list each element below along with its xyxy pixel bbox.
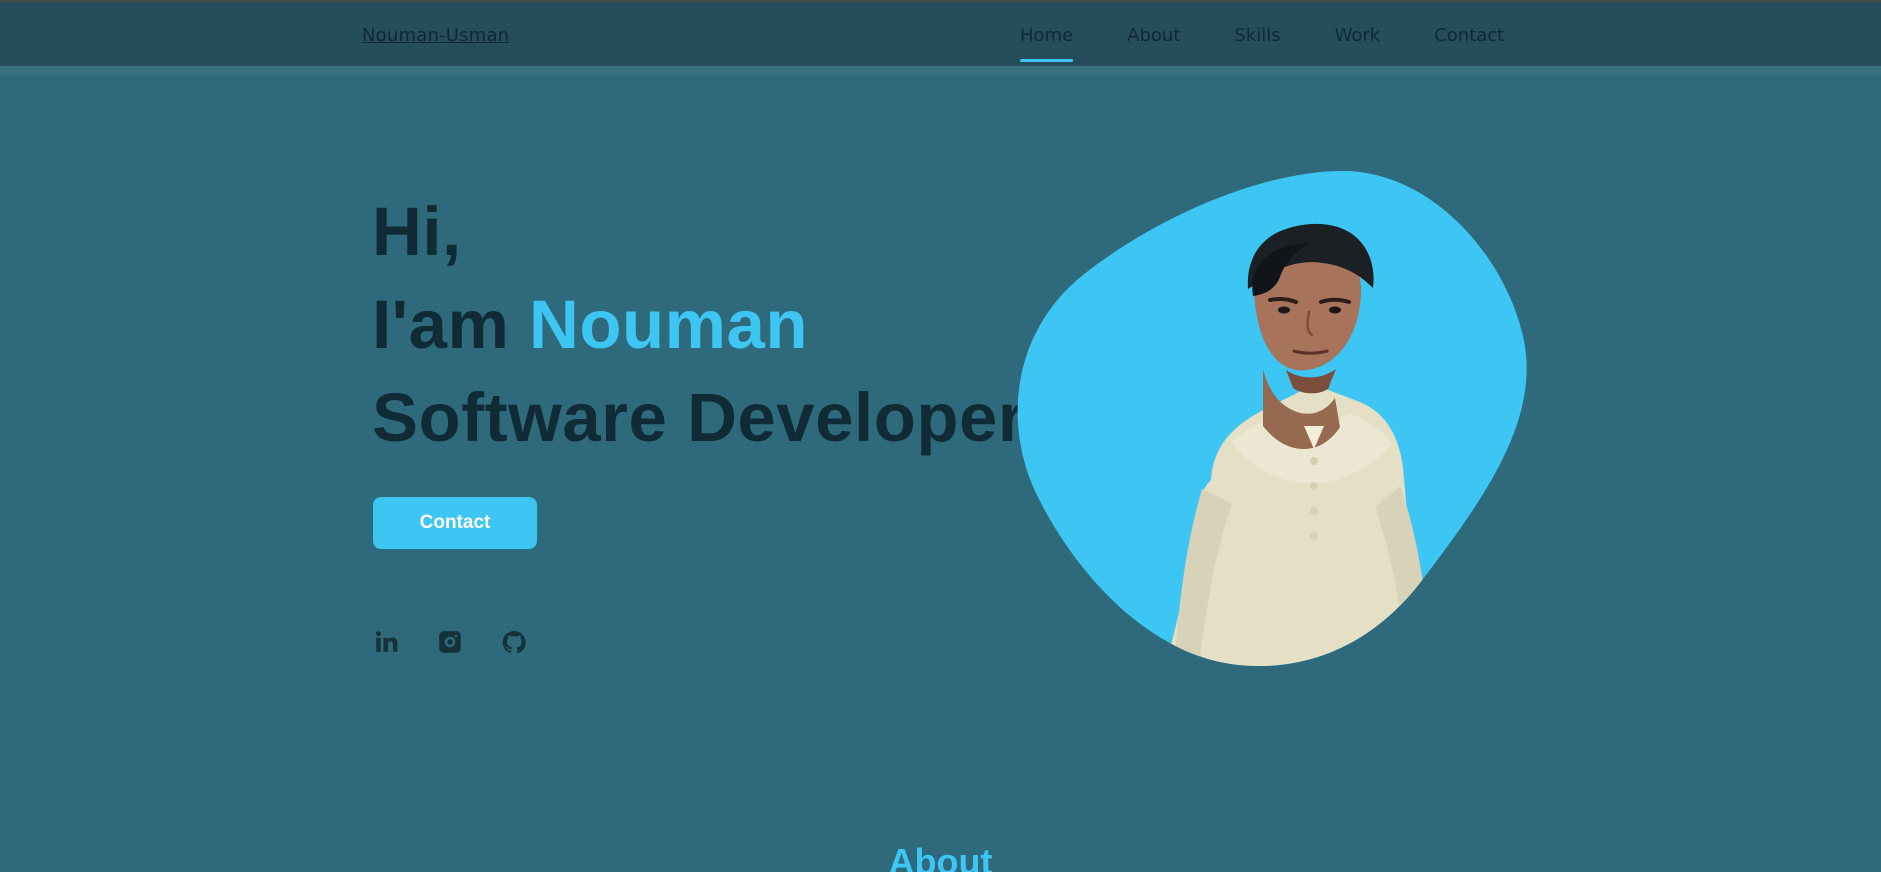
hero-introduction: I'am Nouman bbox=[372, 278, 1032, 371]
nav-link-skills[interactable]: Skills bbox=[1234, 25, 1280, 65]
profile-visual bbox=[1017, 171, 1527, 667]
contact-button[interactable]: Contact bbox=[373, 497, 537, 549]
navigation-bar: Nouman-Usman Home About Skills Work Cont… bbox=[0, 0, 1881, 66]
nav-link-about[interactable]: About bbox=[1127, 25, 1180, 65]
main-navigation: Home About Skills Work Contact bbox=[1020, 25, 1504, 65]
social-links bbox=[373, 629, 527, 655]
site-header: Nouman-Usman Home About Skills Work Cont… bbox=[0, 0, 1881, 66]
hero-title: Hi, I'am Nouman Software Developer bbox=[372, 185, 1032, 464]
profile-illustration bbox=[1017, 171, 1527, 667]
hero-name: Nouman bbox=[528, 286, 808, 363]
hero-greeting: Hi, bbox=[372, 193, 462, 270]
site-logo[interactable]: Nouman-Usman bbox=[362, 25, 509, 46]
nav-link-contact[interactable]: Contact bbox=[1434, 25, 1504, 65]
about-heading: About bbox=[888, 841, 993, 872]
github-icon[interactable] bbox=[501, 629, 527, 655]
hero-role: Software Developer bbox=[372, 379, 1026, 456]
intro-prefix: I'am bbox=[372, 286, 529, 363]
nav-link-work[interactable]: Work bbox=[1335, 25, 1381, 65]
instagram-icon[interactable] bbox=[437, 629, 463, 655]
linkedin-icon[interactable] bbox=[373, 629, 399, 655]
nav-link-home[interactable]: Home bbox=[1020, 25, 1074, 65]
